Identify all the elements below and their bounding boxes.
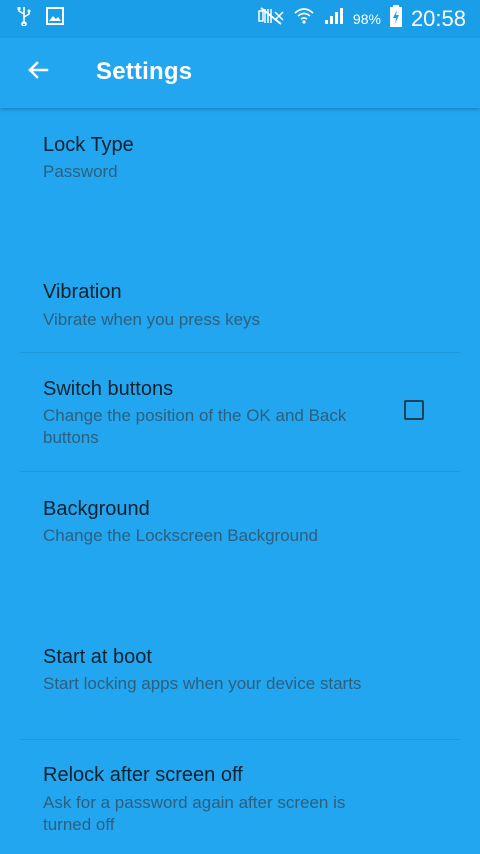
switch-buttons-checkbox[interactable] [404, 400, 424, 420]
setting-switch-buttons[interactable]: Switch buttons Change the position of th… [0, 353, 480, 471]
battery-percent: 98% [352, 10, 381, 27]
setting-start-at-boot[interactable]: Start at boot Start locking apps when yo… [0, 638, 480, 739]
setting-title: Switch buttons [43, 378, 174, 400]
arrow-left-icon [26, 58, 50, 87]
setting-summary: Change the Lockscreen Background [43, 526, 319, 545]
status-right-icons: 98% 20:58 [257, 4, 466, 33]
usb-icon [16, 6, 32, 31]
setting-title: Vibration [43, 281, 122, 303]
status-bar: 98% 20:58 [0, 0, 480, 38]
image-icon [46, 7, 64, 30]
toolbar: Settings [0, 38, 480, 108]
status-left-icons [16, 6, 64, 31]
setting-summary: Password [43, 162, 118, 181]
page-title: Settings [96, 58, 193, 85]
battery-charging-icon [389, 4, 403, 33]
wifi-icon [293, 6, 315, 31]
setting-summary: Start locking apps when your device star… [43, 674, 362, 693]
setting-title: Lock Type [43, 134, 134, 156]
setting-relock-after-screen-off[interactable]: Relock after screen off Ask for a passwo… [0, 740, 480, 854]
setting-title: Relock after screen off [43, 764, 243, 786]
setting-background[interactable]: Background Change the Lockscreen Backgro… [0, 472, 480, 638]
signal-icon [323, 6, 345, 31]
back-button[interactable] [18, 52, 58, 92]
setting-lock-type[interactable]: Lock Type Password [0, 108, 480, 273]
clock: 20:58 [410, 5, 466, 31]
setting-title: Background [43, 498, 150, 520]
setting-summary: Vibrate when you press keys [43, 310, 261, 329]
setting-summary: Change the position of the OK and Back b… [43, 406, 347, 447]
setting-vibration[interactable]: Vibration Vibrate when you press keys [0, 273, 480, 353]
mute-icon [257, 6, 285, 31]
setting-summary: Ask for a password again after screen is… [43, 793, 346, 834]
setting-title: Start at boot [43, 646, 152, 668]
